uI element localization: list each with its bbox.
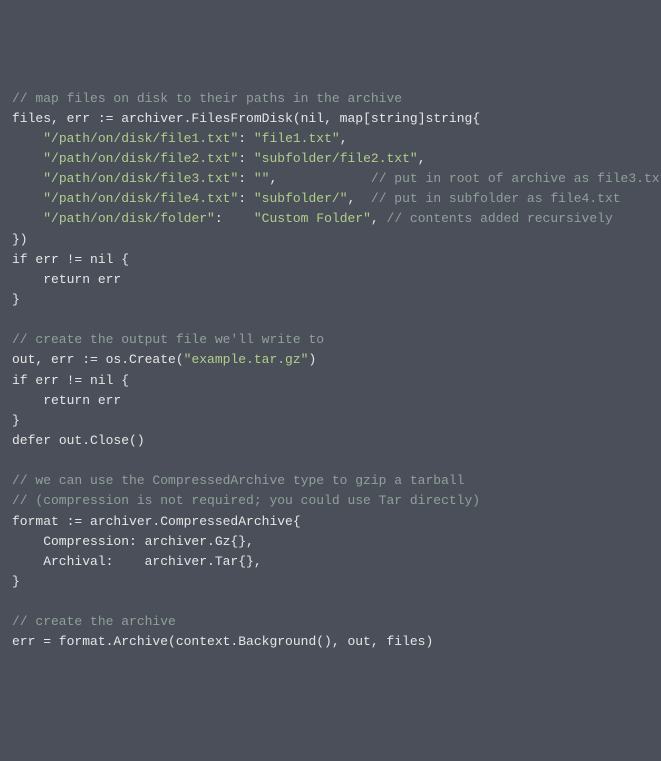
code-token: "/path/on/disk/file1.txt" [43,131,238,146]
code-token: nil [90,373,113,388]
code-token [12,151,43,166]
code-token: : [238,171,254,186]
code-token: "subfolder/file2.txt" [254,151,418,166]
code-token: string [371,111,418,126]
code-token: { [113,252,129,267]
code-line: Archival: archiver.Tar{}, [12,552,649,572]
code-token: [ [363,111,371,126]
code-token: { [113,373,129,388]
code-line: }) [12,230,649,250]
code-line: } [12,572,649,592]
code-token: return [43,393,90,408]
code-token: : [215,211,254,226]
code-token: err = format.Archive(context.Background(… [12,634,433,649]
code-token: : [238,131,254,146]
code-token [12,171,43,186]
code-token: // map files on disk to their paths in t… [12,91,402,106]
code-token: "/path/on/disk/folder" [43,211,215,226]
code-token: "example.tar.gz" [184,352,309,367]
code-line: format := archiver.CompressedArchive{ [12,512,649,532]
code-token: // create the archive [12,614,176,629]
code-line: // create the output file we'll write to [12,330,649,350]
code-line: out, err := os.Create("example.tar.gz") [12,350,649,370]
code-token: nil [90,252,113,267]
code-line: "/path/on/disk/file3.txt": "", // put in… [12,169,649,189]
code-token: , [348,191,371,206]
code-line: "/path/on/disk/file4.txt": "subfolder/",… [12,189,649,209]
code-token [12,211,43,226]
code-token: , [418,151,426,166]
code-token: if [12,252,28,267]
code-token: , [340,131,348,146]
code-token: "/path/on/disk/file2.txt" [43,151,238,166]
code-line: // (compression is not required; you cou… [12,491,649,511]
code-token: } [12,574,20,589]
code-token: ] [418,111,426,126]
code-token: err [90,393,121,408]
code-token: "file1.txt" [254,131,340,146]
code-token: err != [28,373,90,388]
code-token: // contents added recursively [387,211,613,226]
code-token: "/path/on/disk/file3.txt" [43,171,238,186]
code-token: { [472,111,480,126]
code-token: "/path/on/disk/file4.txt" [43,191,238,206]
code-token: files, err := archiver.FilesFromDisk( [12,111,301,126]
code-line: if err != nil { [12,250,649,270]
code-token [12,191,43,206]
code-line: "/path/on/disk/folder": "Custom Folder",… [12,209,649,229]
code-token: : [238,191,254,206]
code-token: string [426,111,473,126]
code-token: // create the output file we'll write to [12,332,324,347]
code-token: out, err := os.Create( [12,352,184,367]
code-line: files, err := archiver.FilesFromDisk(nil… [12,109,649,129]
code-token: out.Close() [51,433,145,448]
code-token: Compression: archiver.Gz{}, [12,534,254,549]
code-token: if [12,373,28,388]
code-token: }) [12,232,28,247]
code-token: defer [12,433,51,448]
code-token: // we can use the CompressedArchive type… [12,473,464,488]
code-token: } [12,292,20,307]
code-token: } [12,413,20,428]
code-line: // map files on disk to their paths in t… [12,89,649,109]
code-line: // create the archive [12,612,649,632]
code-token: , [324,111,340,126]
code-token: Archival: archiver.Tar{}, [12,554,262,569]
code-token: nil [301,111,324,126]
code-token: "" [254,171,270,186]
code-line: if err != nil { [12,371,649,391]
code-token: ) [308,352,316,367]
code-token: // put in subfolder as file4.txt [371,191,621,206]
code-line: "/path/on/disk/file2.txt": "subfolder/fi… [12,149,649,169]
code-token [12,131,43,146]
code-token [12,272,43,287]
code-line [12,310,649,330]
code-line: // we can use the CompressedArchive type… [12,471,649,491]
code-token: , [371,211,387,226]
code-line: err = format.Archive(context.Background(… [12,632,649,652]
code-token: format := archiver.CompressedArchive{ [12,514,301,529]
code-line: return err [12,270,649,290]
code-token: err [90,272,121,287]
code-token: : [238,151,254,166]
code-token: // put in root of archive as file3.txt [371,171,661,186]
code-line: "/path/on/disk/file1.txt": "file1.txt", [12,129,649,149]
code-token: map [340,111,363,126]
code-token: // (compression is not required; you cou… [12,493,480,508]
code-block: // map files on disk to their paths in t… [12,89,649,653]
code-line [12,592,649,612]
code-line: defer out.Close() [12,431,649,451]
code-token: err != [28,252,90,267]
code-line: return err [12,391,649,411]
code-token: , [269,171,370,186]
code-line: } [12,411,649,431]
code-token: return [43,272,90,287]
code-line [12,451,649,471]
code-line: Compression: archiver.Gz{}, [12,532,649,552]
code-token [12,393,43,408]
code-token: "subfolder/" [254,191,348,206]
code-line: } [12,290,649,310]
code-token: "Custom Folder" [254,211,371,226]
